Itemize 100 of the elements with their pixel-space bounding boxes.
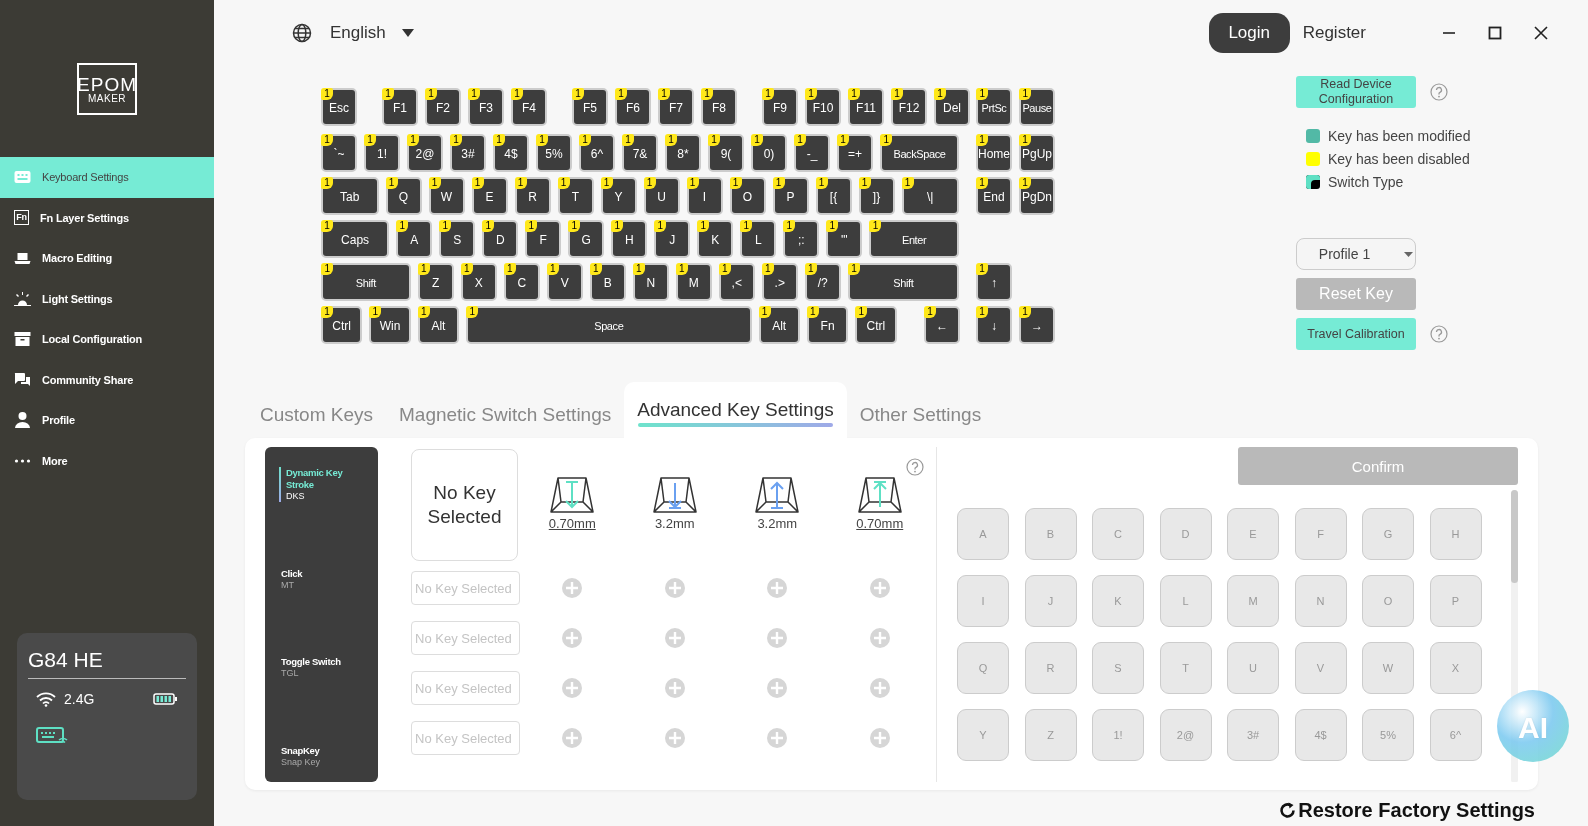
profile-dropdown[interactable]: Profile 1: [1296, 238, 1416, 270]
nav-item[interactable]: Community Share: [0, 359, 214, 400]
read-config-button[interactable]: Read Device Configuration: [1296, 76, 1416, 108]
globe-icon[interactable]: [292, 23, 312, 43]
keyboard-key[interactable]: ,< 1: [718, 263, 755, 301]
keyboard-key[interactable]: 4$ 1: [493, 134, 529, 172]
selected-key-box[interactable]: No Key Selected: [411, 449, 518, 561]
nav-item[interactable]: Macro Editing: [0, 238, 214, 279]
keyboard-key[interactable]: Q 1: [385, 177, 422, 215]
keyboard-key[interactable]: 0) 1: [751, 134, 787, 172]
keyboard-key[interactable]: '" 1: [826, 220, 863, 258]
keyboard-key[interactable]: G 1: [568, 220, 605, 258]
keyboard-key[interactable]: F1 1: [382, 88, 418, 126]
keyboard-key[interactable]: F8 1: [701, 88, 737, 126]
travel-value[interactable]: 0.70mm: [856, 516, 904, 531]
mode-item[interactable]: SnapKey Snap Key: [279, 744, 351, 768]
keyboard-key[interactable]: Enter 1: [869, 220, 959, 258]
add-icon[interactable]: [767, 578, 788, 598]
keyboard-key[interactable]: M 1: [675, 263, 712, 301]
help-icon[interactable]: [1430, 83, 1448, 101]
keyboard-key[interactable]: ↑ 1: [976, 263, 1012, 301]
tab[interactable]: Advanced Key Settings: [624, 382, 847, 438]
add-icon[interactable]: [664, 728, 685, 748]
login-button[interactable]: Login: [1208, 13, 1290, 53]
keyboard-key[interactable]: .> 1: [761, 263, 798, 301]
keyboard-key[interactable]: ↓ 1: [976, 306, 1012, 344]
add-icon[interactable]: [869, 628, 890, 648]
key-field[interactable]: No Key Selected: [411, 571, 520, 605]
keyboard-key[interactable]: H 1: [611, 220, 648, 258]
add-icon[interactable]: [869, 578, 890, 598]
keyboard-key[interactable]: ;: 1: [783, 220, 820, 258]
keyboard-key[interactable]: A 1: [396, 220, 433, 258]
keyboard-key[interactable]: 7& 1: [622, 134, 658, 172]
keyboard-key[interactable]: Fn 1: [806, 306, 849, 344]
keyboard-key[interactable]: PrtSc 1: [976, 88, 1012, 126]
keyboard-key[interactable]: P 1: [772, 177, 809, 215]
nav-item[interactable]: Local Configuration: [0, 319, 214, 360]
keyboard-key[interactable]: /? 1: [804, 263, 841, 301]
keyboard-key[interactable]: E 1: [471, 177, 508, 215]
keyboard-key[interactable]: J 1: [654, 220, 691, 258]
keyboard-key[interactable]: Alt 1: [758, 306, 800, 344]
add-icon[interactable]: [767, 728, 788, 748]
keyboard-key[interactable]: Space 1: [466, 306, 752, 344]
keyboard-key[interactable]: =+ 1: [837, 134, 873, 172]
keyboard-key[interactable]: Tab 1: [321, 177, 379, 215]
keyboard-key[interactable]: Home 1: [976, 134, 1012, 172]
keyboard-key[interactable]: ← 1: [924, 306, 960, 344]
add-icon[interactable]: [767, 678, 788, 698]
keyboard-key[interactable]: F7 1: [658, 88, 694, 126]
keyboard-key[interactable]: I 1: [686, 177, 723, 215]
keyboard-key[interactable]: `~ 1: [321, 134, 357, 172]
add-icon[interactable]: [664, 678, 685, 698]
keyboard-key[interactable]: 6^ 1: [579, 134, 615, 172]
keyboard-key[interactable]: F3 1: [468, 88, 504, 126]
keyboard-key[interactable]: K 1: [697, 220, 734, 258]
add-icon[interactable]: [562, 628, 583, 648]
keyboard-key[interactable]: Pause 1: [1019, 88, 1055, 126]
keyboard-key[interactable]: Esc 1: [321, 88, 357, 126]
keyboard-key[interactable]: Y 1: [600, 177, 637, 215]
restore-factory-link[interactable]: Restore Factory Settings: [1279, 799, 1535, 822]
keyboard-key[interactable]: Caps 1: [321, 220, 390, 258]
keyboard-key[interactable]: → 1: [1019, 306, 1055, 344]
keyboard-key[interactable]: T 1: [557, 177, 594, 215]
keyboard-key[interactable]: F4 1: [511, 88, 547, 126]
keyboard-key[interactable]: F11 1: [848, 88, 884, 126]
add-icon[interactable]: [664, 628, 685, 648]
keyboard-key[interactable]: 2@ 1: [407, 134, 443, 172]
keyboard-key[interactable]: F9 1: [762, 88, 798, 126]
mode-item[interactable]: Dynamic Key Stroke DKS: [279, 467, 351, 502]
add-icon[interactable]: [664, 578, 685, 598]
keyboard-key[interactable]: V 1: [546, 263, 583, 301]
help-icon[interactable]: [906, 458, 924, 476]
language-selector[interactable]: English: [330, 23, 414, 43]
keyboard-key[interactable]: 8* 1: [665, 134, 701, 172]
keyboard-key[interactable]: 3# 1: [450, 134, 486, 172]
keyboard-key[interactable]: C 1: [503, 263, 540, 301]
nav-item[interactable]: Fn Fn Layer Settings: [0, 197, 214, 238]
keyboard-key[interactable]: ]} 1: [858, 177, 895, 215]
register-link[interactable]: Register: [1302, 23, 1366, 43]
key-field[interactable]: No Key Selected: [411, 721, 520, 755]
add-icon[interactable]: [562, 578, 583, 598]
nav-item[interactable]: More: [0, 440, 214, 481]
help-icon[interactable]: [1430, 325, 1448, 343]
keyboard-key[interactable]: W 1: [428, 177, 465, 215]
keyboard-key[interactable]: X 1: [460, 263, 497, 301]
keyboard-key[interactable]: Shift 1: [847, 263, 959, 301]
keyboard-key[interactable]: 9( 1: [708, 134, 744, 172]
nav-item[interactable]: Profile: [0, 400, 214, 441]
keyboard-key[interactable]: BackSpace 1: [880, 134, 959, 172]
keyboard-key[interactable]: F 1: [525, 220, 562, 258]
keyboard-key[interactable]: F5 1: [572, 88, 608, 126]
keyboard-key[interactable]: F6 1: [615, 88, 651, 126]
maximize-icon[interactable]: [1488, 26, 1502, 40]
mode-item[interactable]: Click MT: [279, 567, 351, 591]
keyboard-key[interactable]: [{ 1: [815, 177, 852, 215]
keyboard-key[interactable]: Ctrl 1: [321, 306, 363, 344]
add-icon[interactable]: [562, 678, 583, 698]
travel-calibration-button[interactable]: Travel Calibration: [1296, 318, 1416, 350]
keyboard-key[interactable]: End 1: [976, 177, 1012, 215]
keyboard-key[interactable]: 1! 1: [364, 134, 400, 172]
